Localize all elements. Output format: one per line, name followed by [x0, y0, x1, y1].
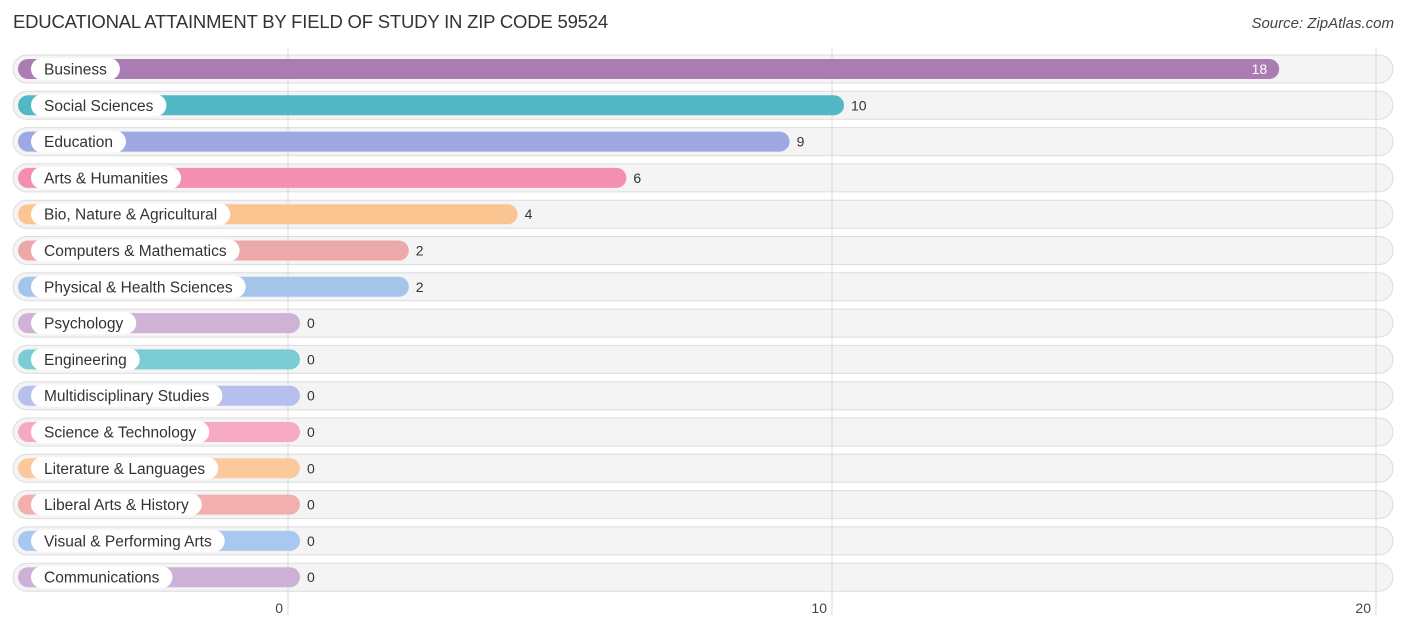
value-label: 0: [307, 460, 315, 476]
value-label: 0: [307, 497, 315, 513]
bar-chart: Business 18 Social Sciences 10 Education 9 Art…: [12, 48, 1394, 616]
x-tick-label: 10: [811, 600, 827, 616]
x-tick-label: 0: [275, 600, 283, 616]
category-label: Bio, Nature & Agricultural: [44, 207, 217, 224]
value-label: 0: [307, 424, 315, 440]
value-label: 6: [633, 170, 641, 186]
category-label: Engineering: [44, 352, 127, 369]
category-label: Arts & Humanities: [44, 170, 168, 187]
value-label: 2: [416, 279, 424, 295]
value-label: 18: [1252, 61, 1268, 77]
category-label: Communications: [44, 570, 160, 587]
value-label: 9: [797, 134, 805, 150]
value-label: 0: [307, 569, 315, 585]
bar: [18, 131, 790, 152]
x-tick-label: 20: [1355, 600, 1371, 616]
value-label: 0: [307, 315, 315, 331]
category-label: Visual & Performing Arts: [44, 533, 212, 550]
category-label: Psychology: [44, 316, 124, 333]
value-label: 2: [416, 243, 424, 259]
value-label: 0: [307, 533, 315, 549]
value-label: 4: [525, 206, 533, 222]
category-label: Liberal Arts & History: [44, 497, 189, 514]
category-label: Science & Technology: [44, 425, 196, 442]
value-label: 10: [851, 97, 867, 113]
category-label: Literature & Languages: [44, 461, 205, 478]
category-label: Physical & Health Sciences: [44, 279, 233, 296]
category-label: Social Sciences: [44, 98, 154, 115]
value-label: 0: [307, 388, 315, 404]
category-label: Multidisciplinary Studies: [44, 388, 210, 405]
category-label: Business: [44, 62, 107, 79]
category-label: Education: [44, 134, 113, 151]
bar: [18, 59, 1280, 79]
category-label: Computers & Mathematics: [44, 243, 227, 260]
value-label: 0: [307, 351, 315, 367]
x-axis-ticks: 0 10 20: [275, 600, 1371, 616]
